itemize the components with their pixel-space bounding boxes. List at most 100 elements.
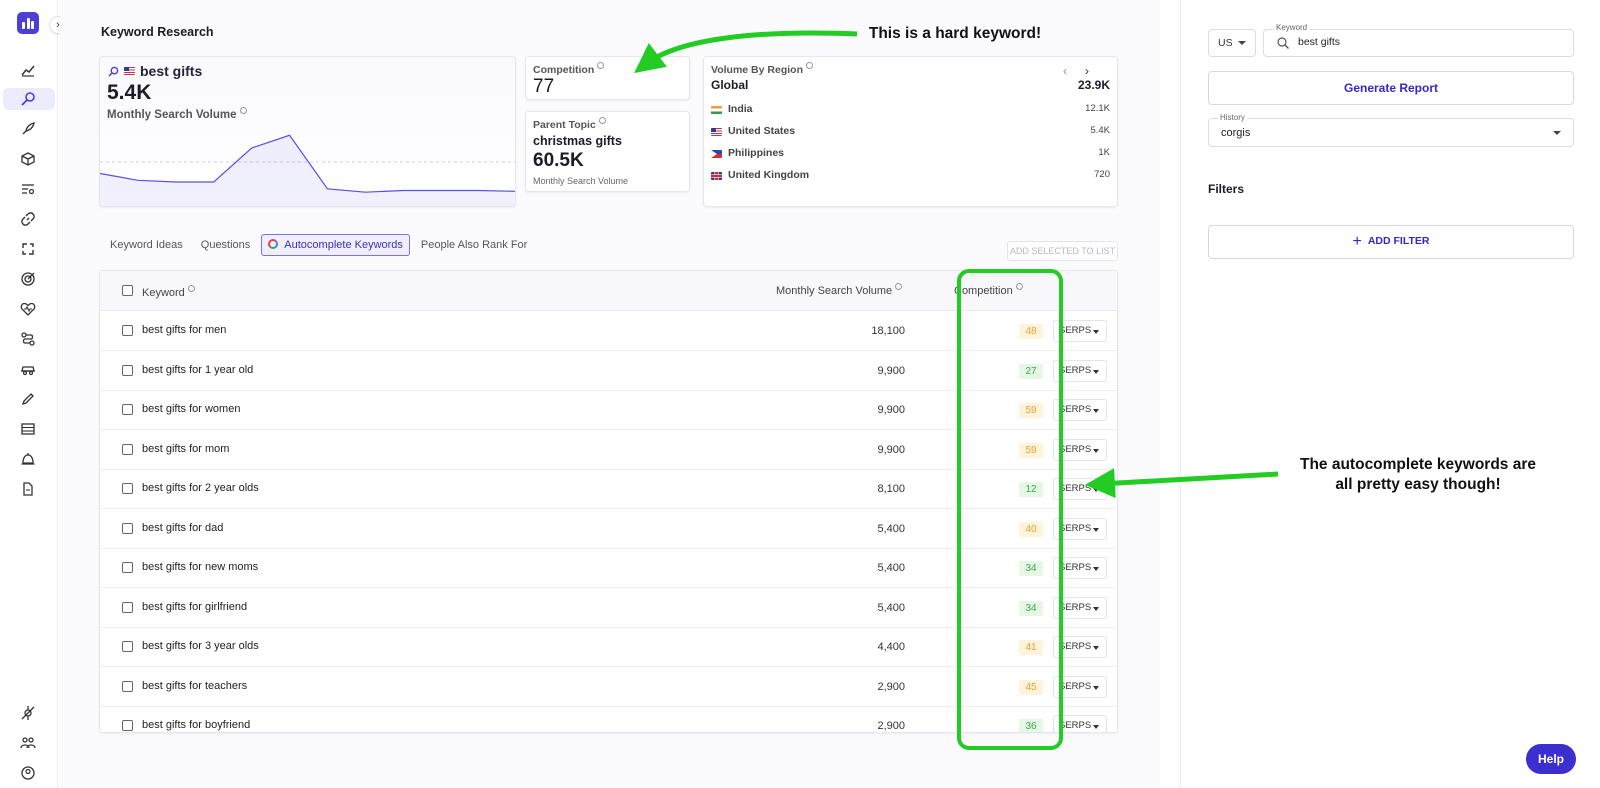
account-icon[interactable] [17,762,39,784]
history-select[interactable]: History corgis [1208,113,1574,147]
summary-keyword: best gifts [140,63,203,79]
column-competition[interactable]: Competition [954,283,1023,297]
keyword-search-icon[interactable] [3,88,55,110]
tab-questions[interactable]: Questions [194,234,258,256]
chevron-right-icon[interactable]: › [1085,64,1107,78]
car-icon[interactable] [17,358,39,380]
heart-pulse-icon[interactable] [17,298,39,320]
row-checkbox[interactable] [122,404,133,415]
route-icon[interactable] [17,328,39,350]
generate-report-button[interactable]: Generate Report [1208,71,1574,105]
pencil-icon[interactable] [17,388,39,410]
row-keyword[interactable]: best gifts for 1 year old [142,364,253,376]
column-keyword[interactable]: Keyword [142,285,195,299]
settings-plug-icon[interactable] [17,702,39,724]
row-keyword[interactable]: best gifts for dad [142,522,223,534]
row-keyword[interactable]: best gifts for mom [142,443,229,455]
keyword-input[interactable] [1298,36,1558,48]
serps-dropdown[interactable]: SERPS [1053,399,1107,421]
competition-label: Competition [533,62,605,76]
row-checkbox[interactable] [122,641,133,652]
table-row: best gifts for 3 year olds 4,400 41 SERPS [100,627,1117,667]
row-keyword[interactable]: best gifts for teachers [142,680,247,692]
row-volume: 2,900 [877,720,905,732]
region-row: India 12.1K [711,103,1110,117]
parent-topic-keyword[interactable]: christmas gifts [533,134,622,148]
tab-autocomplete-keywords[interactable]: Autocomplete Keywords [261,234,410,256]
info-icon[interactable] [187,285,195,292]
select-all-checkbox[interactable] [122,285,133,296]
broken-link-icon[interactable] [17,238,39,260]
table-row: best gifts for 1 year old 9,900 27 SERPS [100,351,1117,391]
info-icon[interactable] [598,117,606,124]
serps-dropdown[interactable]: SERPS [1053,557,1107,579]
info-icon[interactable] [895,283,903,290]
serps-dropdown[interactable]: SERPS [1053,636,1107,658]
box-icon[interactable] [17,148,39,170]
region-row: United States 5.4K [711,125,1110,139]
row-checkbox[interactable] [122,483,133,494]
page-title: Keyword Research [101,25,214,39]
trend-icon[interactable] [17,59,39,81]
row-keyword[interactable]: best gifts for boyfriend [142,719,250,731]
row-checkbox[interactable] [122,364,133,376]
row-checkbox[interactable] [122,680,133,692]
row-keyword[interactable]: best gifts for 2 year olds [142,482,259,494]
help-button[interactable]: Help [1526,744,1576,774]
competition-badge: 45 [1019,679,1043,695]
competition-badge: 27 [1019,363,1043,379]
row-checkbox[interactable] [122,562,133,573]
region-value: 1K [1098,147,1110,158]
row-volume: 18,100 [871,325,905,337]
country-select[interactable]: US [1208,29,1256,57]
rocket-icon[interactable] [17,118,39,140]
row-volume: 9,900 [877,443,905,456]
chevron-left-icon[interactable]: ‹ [1063,64,1085,78]
serps-dropdown[interactable]: SERPS [1053,359,1107,382]
tab-people-also-rank-for[interactable]: People Also Rank For [414,234,534,256]
document-icon[interactable] [17,478,39,500]
region-value: 720 [1094,169,1110,180]
row-checkbox[interactable] [122,720,133,731]
google-icon [268,239,279,249]
serps-dropdown[interactable]: SERPS [1053,320,1107,342]
row-keyword[interactable]: best gifts for girlfriend [142,601,247,613]
column-monthly-volume[interactable]: Monthly Search Volume [776,283,903,297]
row-volume: 5,400 [877,522,905,535]
in-flag-icon [711,106,722,114]
serps-dropdown[interactable]: SERPS [1053,675,1107,698]
competition-card: Competition 77 [525,56,690,100]
link-icon[interactable] [17,208,39,230]
list-search-icon[interactable] [17,178,39,200]
app-logo-icon[interactable] [17,12,39,34]
row-keyword[interactable]: best gifts for new moms [142,561,258,573]
tab-keyword-ideas[interactable]: Keyword Ideas [103,234,190,256]
search-icon [1277,37,1289,49]
row-checkbox[interactable] [122,522,133,534]
serps-dropdown[interactable]: SERPS [1053,478,1107,500]
add-filter-button[interactable]: + ADD FILTER [1208,225,1574,259]
bell-icon[interactable] [17,448,39,470]
add-selected-to-list-button[interactable]: ADD SELECTED TO LIST [1007,241,1118,261]
table-icon[interactable] [17,418,39,440]
serps-dropdown[interactable]: SERPS [1053,715,1107,732]
row-checkbox[interactable] [122,601,133,613]
keyword-field-label: Keyword [1274,23,1310,32]
info-icon[interactable] [239,107,247,114]
target-icon[interactable] [17,268,39,290]
row-keyword[interactable]: best gifts for men [142,324,226,336]
row-checkbox[interactable] [122,325,133,336]
info-icon[interactable] [597,62,605,69]
serps-dropdown[interactable]: SERPS [1053,596,1107,619]
row-checkbox[interactable] [122,443,133,455]
region-value: 12.1K [1085,103,1110,114]
info-icon[interactable] [1015,283,1023,290]
table-row: best gifts for 2 year olds 8,100 12 SERPS [100,469,1117,509]
info-icon[interactable] [805,62,813,69]
serps-dropdown[interactable]: SERPS [1053,438,1107,461]
team-icon[interactable] [17,732,39,754]
region-pager: ‹› [1063,64,1107,78]
serps-dropdown[interactable]: SERPS [1053,517,1107,540]
row-keyword[interactable]: best gifts for women [142,403,240,415]
row-keyword[interactable]: best gifts for 3 year olds [142,640,259,652]
